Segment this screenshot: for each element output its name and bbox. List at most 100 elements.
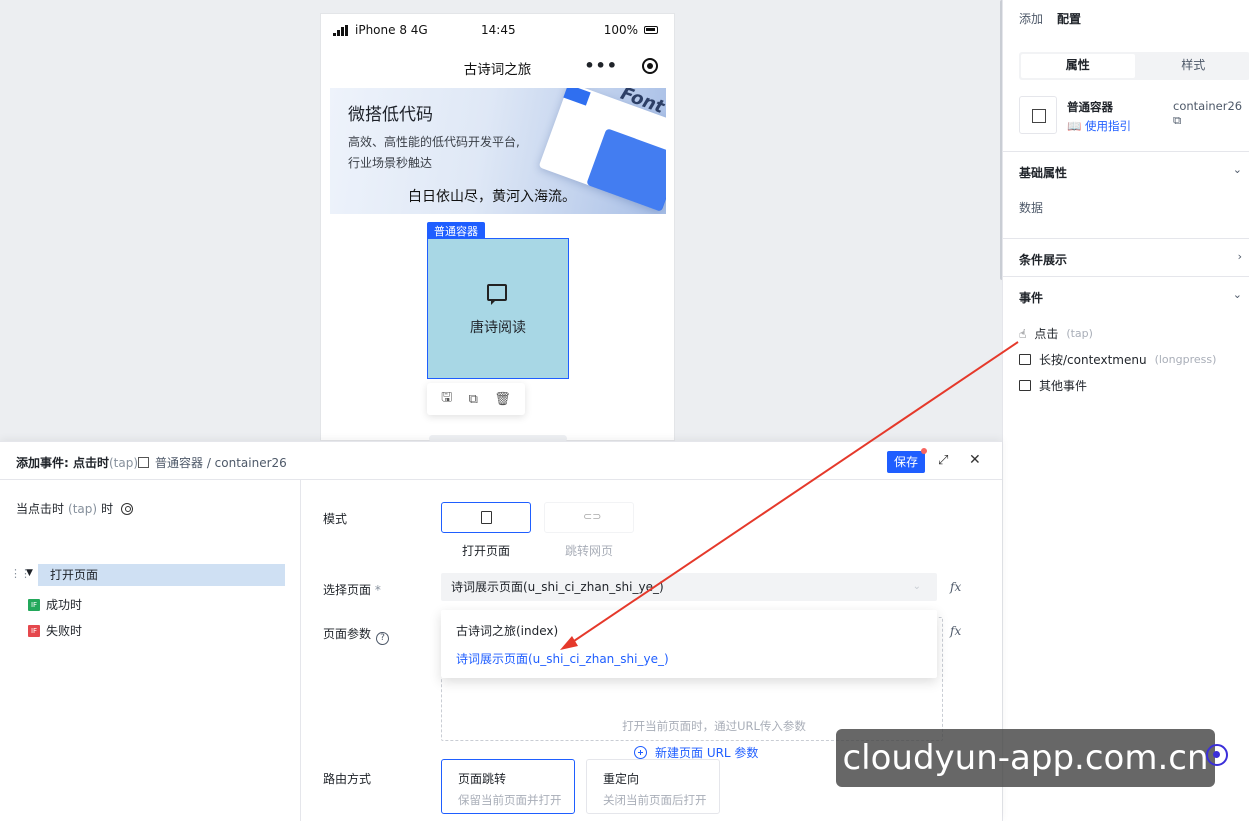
section-title-events[interactable]: 事件 <box>1019 289 1043 306</box>
banner-image[interactable]: Font 微搭低代码 高效、高性能的低代码开发平台, 行业场景秒触达 白日依山尽… <box>330 88 666 214</box>
route-label: 路由方式 <box>323 772 372 786</box>
branch-failure-label: 失败时 <box>46 624 83 638</box>
watermark: cloudyun-app.com.cn <box>836 729 1215 787</box>
if-badge-icon: IF <box>28 598 40 611</box>
panel-tabs: 添加 配置 <box>1003 0 1249 36</box>
chevron-down-icon[interactable]: ⌄ <box>1233 288 1242 301</box>
signal-icon <box>333 24 348 36</box>
route-navigate-title: 页面跳转 <box>458 772 507 786</box>
banner-poem: 白日依山尽，黄河入海流。 <box>408 189 576 205</box>
chevron-down-icon[interactable]: ⌄ <box>1233 163 1242 176</box>
data-field-label: 数据 <box>1019 201 1044 215</box>
copy-id-icon[interactable]: ⧉ <box>1173 113 1181 127</box>
action-open-page[interactable]: 打开页面 <box>38 564 285 586</box>
branch-failure[interactable]: IF 失败时 <box>28 622 82 639</box>
close-icon[interactable]: ✕ <box>969 452 981 468</box>
banner-headline: 微搭低代码 <box>348 105 433 125</box>
event-icon <box>1019 354 1031 365</box>
if-badge-icon: IF <box>28 624 40 637</box>
section-conditional: 条件展示 › <box>1003 238 1249 276</box>
page-select-label-text: 选择页面 <box>323 583 372 597</box>
segment-properties[interactable]: 属性 <box>1021 54 1135 78</box>
required-mark: * <box>374 583 381 597</box>
dialog-breadcrumb: 普通容器 / container26 <box>138 454 287 471</box>
usage-guide-label: 使用指引 <box>1084 119 1131 133</box>
section-title-conditional[interactable]: 条件展示 <box>1019 251 1067 268</box>
delete-icon[interactable]: 🗑 <box>494 392 511 407</box>
battery-icon <box>644 26 658 34</box>
route-redirect-card[interactable]: 重定向 关闭当前页面后打开 <box>586 759 720 814</box>
trigger-suffix: 时 <box>101 502 114 516</box>
segment-styles[interactable]: 样式 <box>1137 52 1249 80</box>
floating-assistant-icon[interactable] <box>1206 744 1228 766</box>
page-select[interactable]: 诗词展示页面(u_shi_ci_zhan_shi_ye_) ⌄ <box>441 573 937 601</box>
gear-icon[interactable] <box>121 502 134 515</box>
help-icon[interactable]: ? <box>376 632 390 645</box>
battery-percent: 100% <box>603 23 638 37</box>
tab-config[interactable]: 配置 <box>1057 10 1081 36</box>
breadcrumb-text: 普通容器 / container26 <box>155 456 287 470</box>
dialog-title-hint: (tap) <box>108 456 139 470</box>
dialog-header: 添加事件: 点击时(tap) 普通容器 / container26 保存 ⤢ ✕ <box>0 442 1002 480</box>
event-tap-label: 点击 <box>1034 327 1059 341</box>
component-id[interactable]: container26 ⧉ <box>1173 99 1249 128</box>
event-other-label: 其他事件 <box>1039 379 1088 393</box>
mode-url-card[interactable]: ⊂⊃ <box>544 502 634 533</box>
route-navigate-card[interactable]: 页面跳转 保留当前页面并打开 <box>441 759 575 814</box>
trigger-prefix: 当点击时 <box>16 502 65 516</box>
more-icon[interactable]: ••• <box>584 56 618 75</box>
section-title-basic[interactable]: 基础属性 <box>1019 164 1067 181</box>
plus-circle-icon <box>634 746 647 759</box>
dropdown-option-selected[interactable]: 诗词展示页面(u_shi_ci_zhan_shi_ye_) <box>456 650 669 667</box>
event-tap[interactable]: ☝ 点击 (tap) <box>1019 325 1093 342</box>
banner-subline-2: 行业场景秒触达 <box>348 156 433 170</box>
copy-icon[interactable]: ⧉ <box>469 392 478 407</box>
section-events: 事件 ⌄ <box>1003 276 1249 476</box>
usage-guide-link[interactable]: 📖 使用指引 <box>1067 118 1131 134</box>
dropdown-option-index[interactable]: 古诗词之旅(index) <box>456 622 558 639</box>
status-time: 14:45 <box>481 23 516 37</box>
event-longpress-hint: (longpress) <box>1154 353 1217 366</box>
save-icon[interactable]: 🖫 <box>441 388 452 410</box>
capsule-close-icon[interactable] <box>642 58 658 74</box>
trigger-row: 当点击时 (tap) 时 <box>16 500 134 517</box>
page-params-label-text: 页面参数 <box>323 627 372 641</box>
branch-success-label: 成功时 <box>46 598 83 612</box>
selected-container[interactable]: 唐诗阅读 <box>427 238 569 379</box>
component-name: 普通容器 <box>1067 100 1113 114</box>
event-longpress[interactable]: 长按/contextmenu (longpress) <box>1019 351 1216 368</box>
battery-status: 100% <box>604 23 658 37</box>
trigger-hint: (tap) <box>68 501 98 516</box>
unsaved-dot <box>921 448 927 454</box>
page-select-dropdown: 古诗词之旅(index) 诗词展示页面(u_shi_ci_zhan_shi_ye… <box>441 610 937 678</box>
message-icon <box>487 284 507 305</box>
mode-open-page-label: 打开页面 <box>461 544 510 558</box>
action-tree: 当点击时 (tap) 时 ⋮⋮ ▼ 打开页面 IF 成功时 IF 失败时 <box>0 480 301 821</box>
link-icon: ⊂⊃ <box>583 510 602 523</box>
chevron-right-icon[interactable]: › <box>1238 250 1242 263</box>
route-redirect-title: 重定向 <box>603 772 640 786</box>
formula-icon[interactable]: fx <box>950 624 961 638</box>
editor-canvas: iPhone 8 4G 14:45 100% 古诗词之旅 ••• Font 微搭… <box>0 0 1002 442</box>
mode-label: 模式 <box>323 512 348 526</box>
page-params-label: 页面参数? <box>323 625 390 645</box>
save-button[interactable]: 保存 <box>887 451 925 473</box>
formula-icon[interactable]: fx <box>950 580 961 594</box>
event-other[interactable]: 其他事件 <box>1019 377 1087 394</box>
expand-icon[interactable]: ⤢ <box>938 453 948 468</box>
phone-page-title: 古诗词之旅 <box>463 62 532 78</box>
dialog-title: 添加事件: 点击时(tap) <box>16 454 138 471</box>
branch-success[interactable]: IF 成功时 <box>28 596 82 613</box>
mode-open-page-card[interactable] <box>441 502 531 533</box>
component-id-text: container26 <box>1173 99 1243 113</box>
caret-down-icon[interactable]: ▼ <box>26 568 33 578</box>
page-select-value: 诗词展示页面(u_shi_ci_zhan_shi_ye_) <box>451 580 664 594</box>
pointer-icon: ☝ <box>1019 326 1027 341</box>
container-icon <box>138 457 149 468</box>
tab-add[interactable]: 添加 <box>1019 10 1043 36</box>
route-redirect-desc: 关闭当前页面后打开 <box>603 793 707 807</box>
event-tap-hint: (tap) <box>1066 327 1093 340</box>
config-segment: 属性 样式 <box>1019 52 1249 80</box>
page-icon <box>481 511 492 524</box>
dialog-title-text: 添加事件: 点击时 <box>16 456 109 470</box>
